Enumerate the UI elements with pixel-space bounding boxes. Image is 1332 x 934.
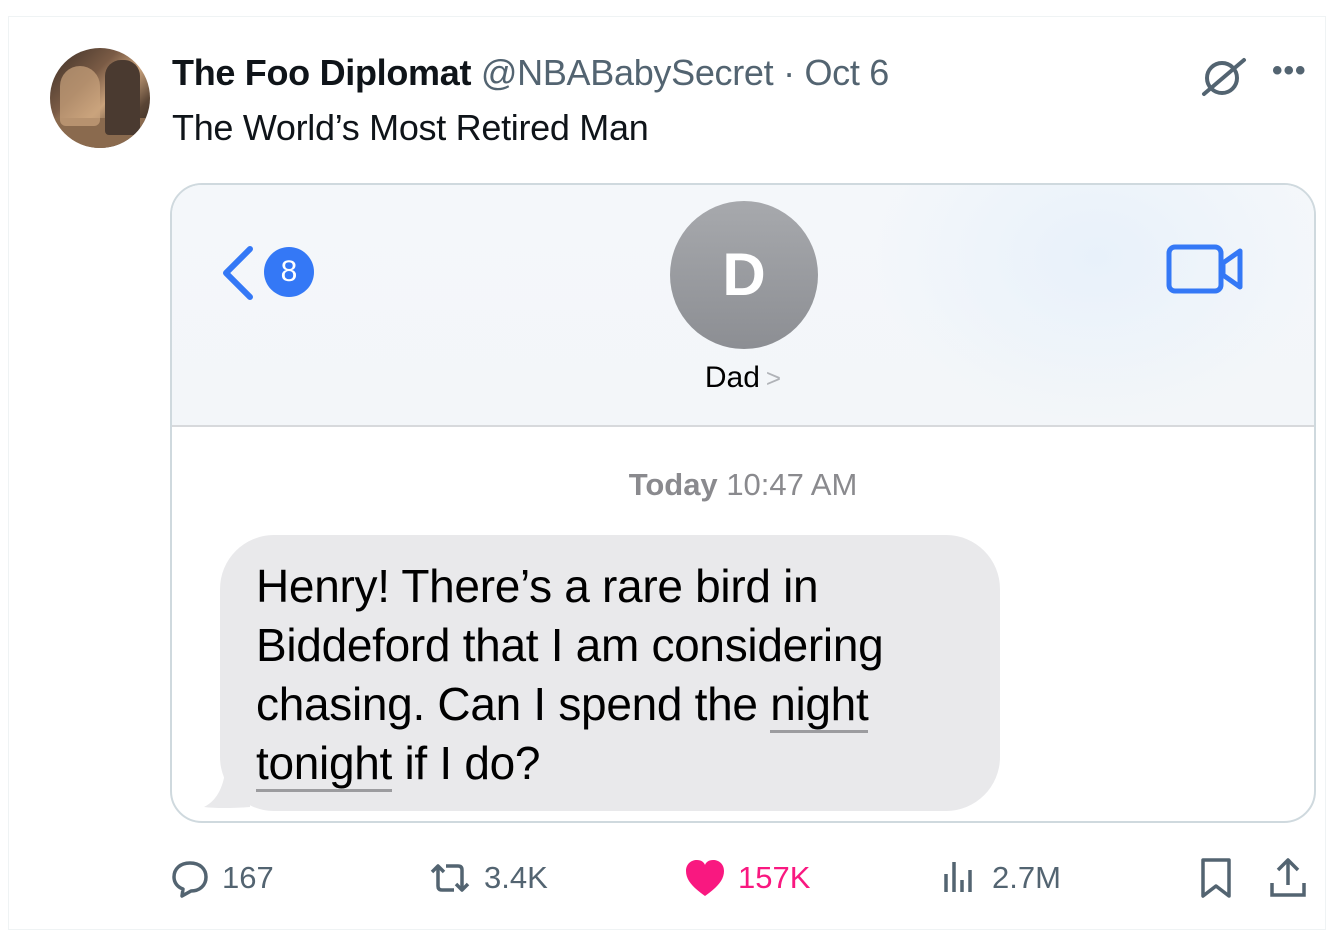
contact-name-label: Dad [704,361,760,394]
views-button[interactable]: 2.7M [940,850,1061,906]
timestamp-time: 10:47 AM [726,467,858,502]
views-icon [944,862,972,892]
reply-button[interactable]: 167 [170,850,274,906]
reply-count: 167 [222,860,274,895]
views-count: 2.7M [992,860,1061,895]
share-icon [1270,858,1306,897]
message-line-4: tonight if I do? [256,734,964,793]
message-line-2: Biddeford that I am considering [256,619,884,671]
heart-icon [686,860,724,896]
contact-avatar[interactable]: D [670,201,818,349]
message-line-3: chasing. Can I spend the night [256,675,964,734]
author-display-name[interactable]: The Foo Diplomat [172,52,471,93]
detected-date-link[interactable]: night [770,678,869,733]
grok-icon[interactable] [1198,54,1250,98]
imessage-header: 8 D Dad > [172,185,1314,427]
message-line-3-text: chasing. Can I spend the [256,678,771,730]
screenshot-image[interactable]: 8 D Dad > Today 10:47 AM Henry! There’s a… [170,183,1316,823]
avatar-photo-figure [60,66,100,126]
timestamp-day: Today [628,467,718,502]
repost-icon [430,864,470,892]
tweet-header: The Foo Diplomat @NBABabySecret · Oct 6 [172,52,889,94]
tweet-date[interactable]: Oct 6 [804,52,889,93]
contact-name[interactable]: Dad > [172,361,1314,395]
share-button[interactable] [1268,850,1320,906]
reply-icon [172,861,208,898]
header-separator: · [783,52,795,93]
tweet-actions: 167 3.4K 157K 2.7M [170,850,1320,906]
received-message-bubble[interactable]: Henry! There’s a rare bird in Biddeford … [220,535,1000,811]
author-handle[interactable]: @NBABabySecret [481,52,774,93]
back-chevron-icon [223,246,253,300]
detected-date-link-2[interactable]: tonight [256,737,392,792]
bookmark-icon [1201,858,1231,898]
more-icon[interactable]: ••• [1272,56,1312,90]
back-button[interactable]: 8 [220,239,320,300]
author-avatar[interactable] [50,48,150,148]
video-call-icon[interactable] [1166,241,1246,297]
like-button[interactable]: 157K [684,850,810,906]
unread-badge: 8 [264,247,314,297]
repost-count: 3.4K [484,860,548,895]
tweet-text: The World’s Most Retired Man [172,107,649,148]
message-timestamp: Today 10:47 AM [172,467,1314,503]
avatar-photo-figure-2 [105,60,140,135]
chevron-right-icon: > [765,363,782,393]
message-line-4-text: if I do? [392,737,541,789]
like-count: 157K [738,860,811,895]
repost-button[interactable]: 3.4K [428,850,548,906]
bookmark-button[interactable] [1198,850,1246,906]
message-line-1: Henry! There’s a rare bird in [256,560,819,612]
